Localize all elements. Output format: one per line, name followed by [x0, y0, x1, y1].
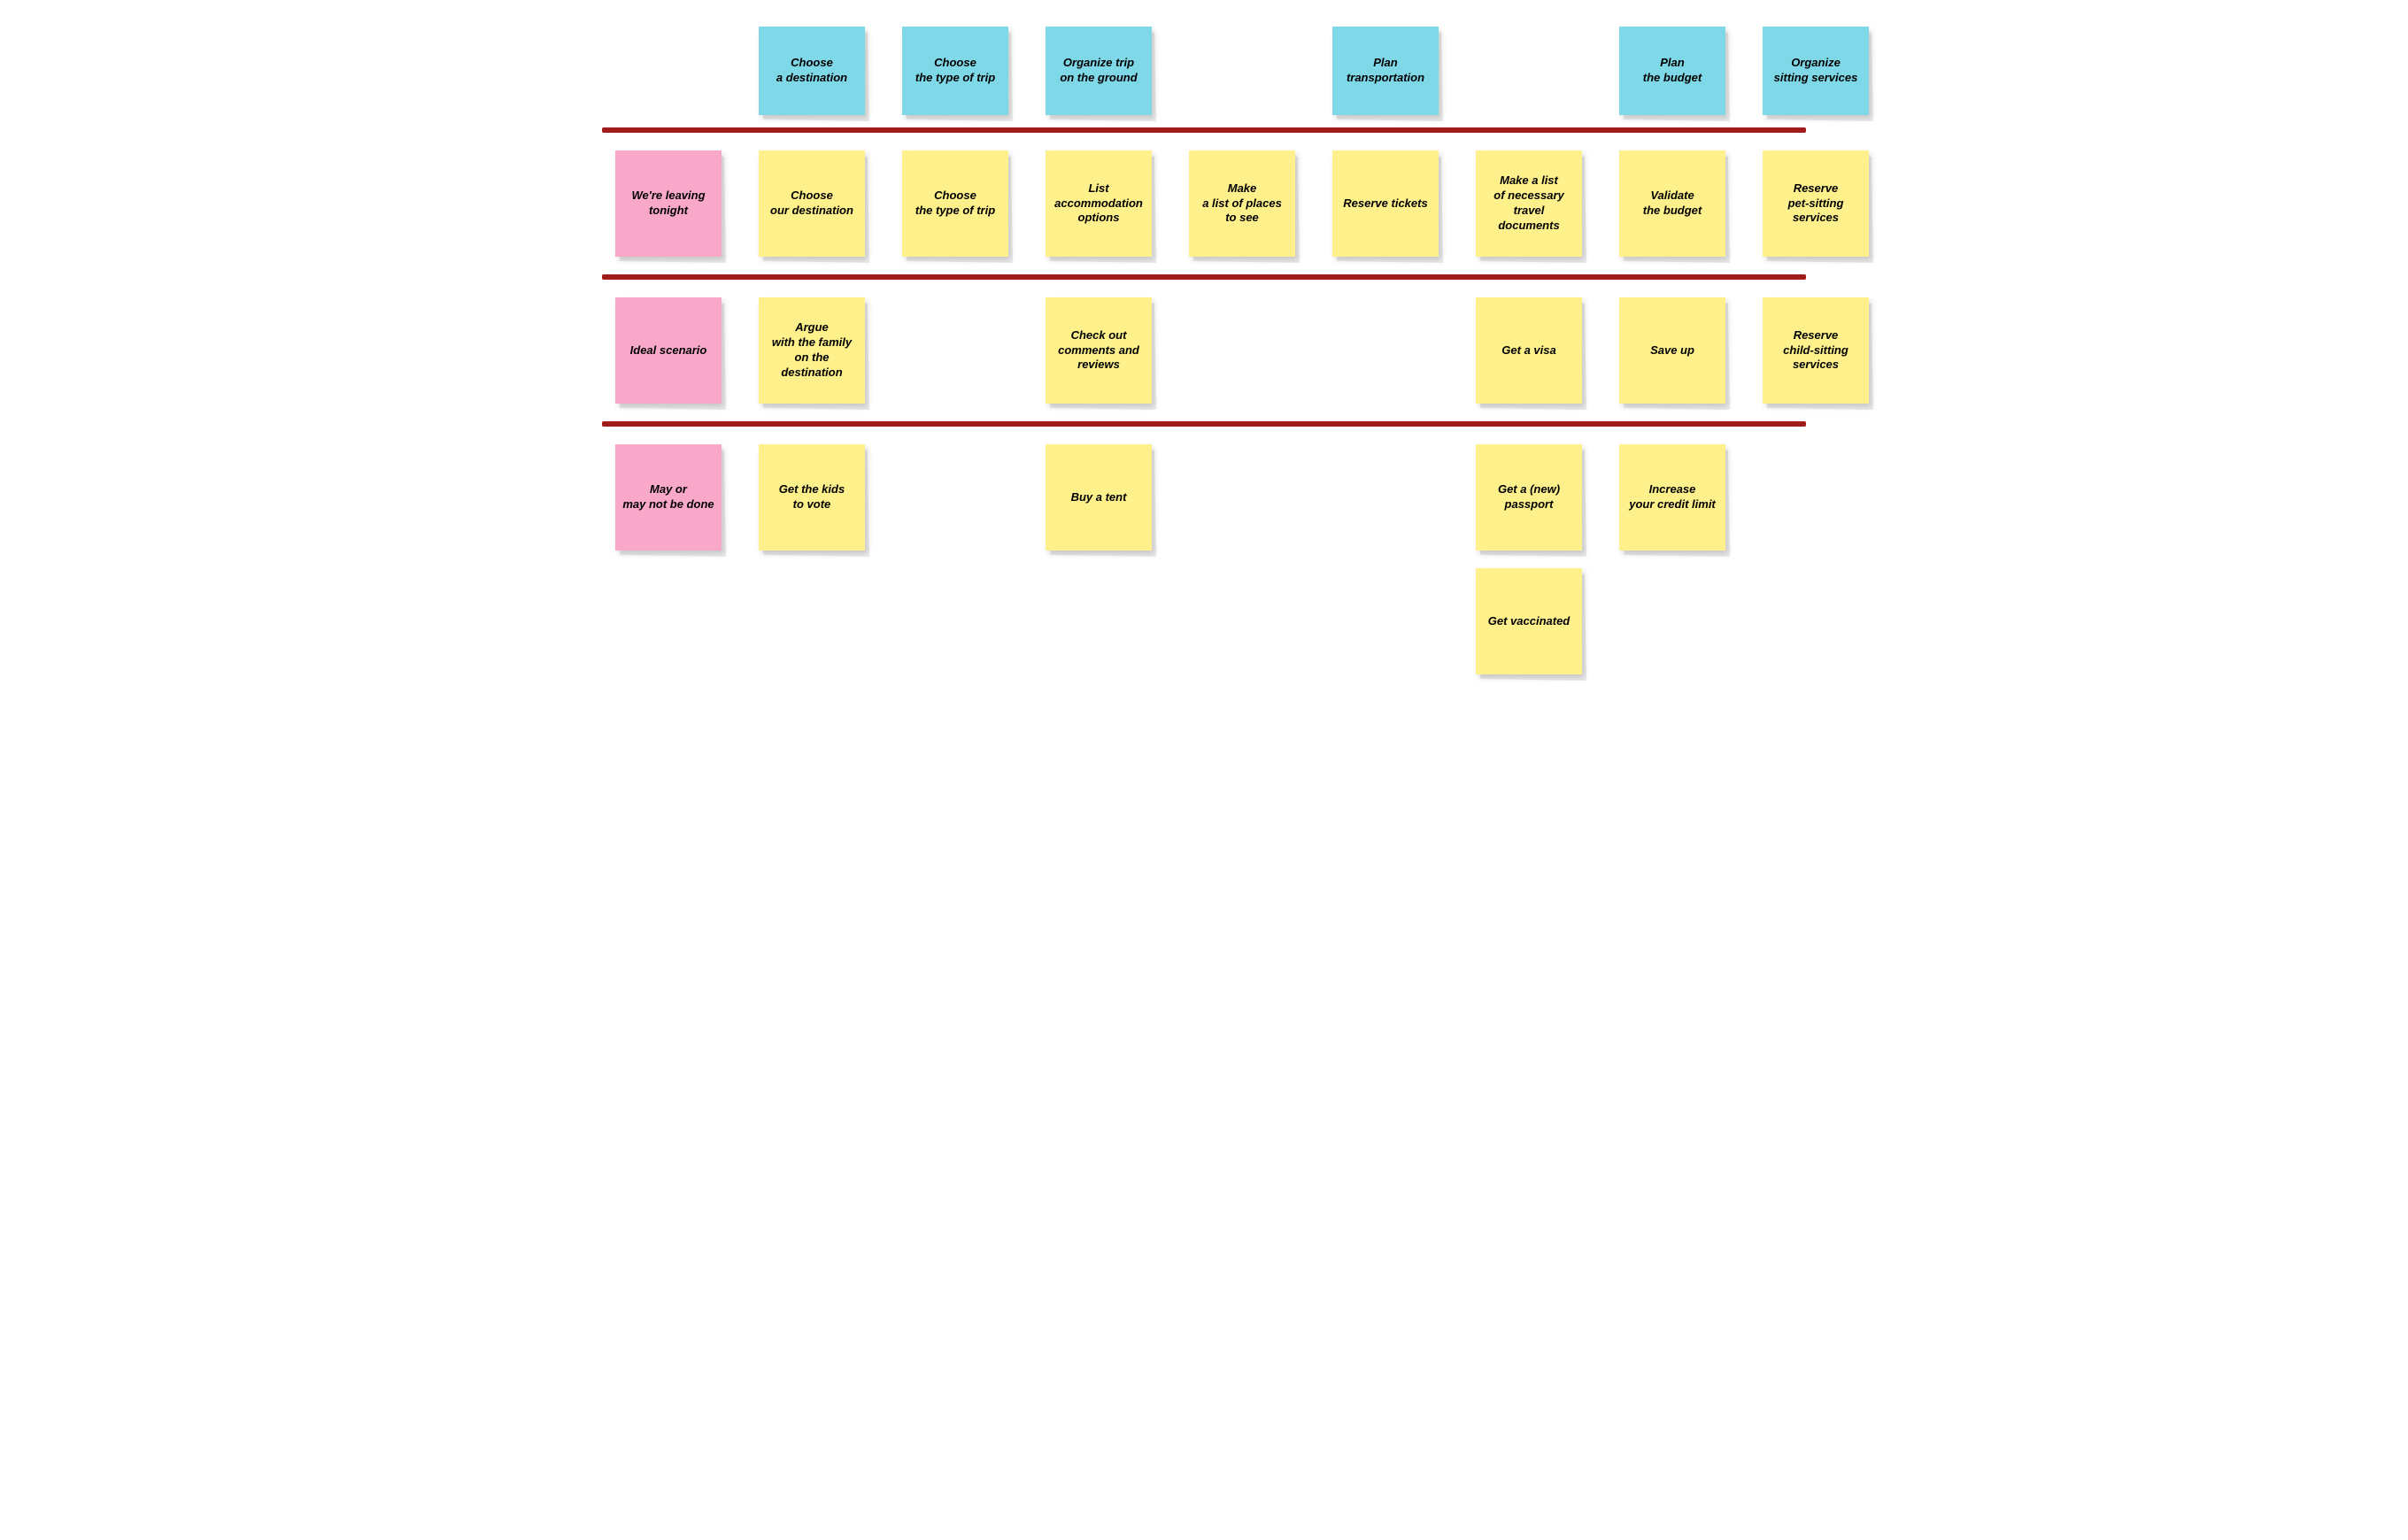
row3-cell-7: Increaseyour credit limit [1606, 444, 1739, 551]
note-text: Save up [1650, 343, 1694, 358]
row3-label-cell: May ormay not be done [602, 444, 735, 551]
header-note-text: Plantransportation [1347, 56, 1424, 86]
note-text: Get a (new)passport [1498, 482, 1560, 512]
kanban-board: Choosea destination Choosethe type of tr… [602, 18, 1806, 683]
header-cell-1: Choosea destination [745, 27, 878, 115]
note-travel-documents[interactable]: Make a listof necessarytravel documents [1476, 150, 1582, 257]
row1-cell-1: Chooseour destination [745, 150, 878, 257]
row-extra: Get vaccinated [602, 559, 1806, 683]
header-note-text: Organize tripon the ground [1060, 56, 1137, 86]
note-text: Increaseyour credit limit [1629, 482, 1716, 512]
note-text: Reserve tickets [1343, 196, 1427, 212]
row1-label-cell: We're leavingtonight [602, 150, 735, 257]
note-make-list-places[interactable]: Makea list of placesto see [1189, 150, 1295, 257]
separator-2 [602, 274, 1806, 280]
note-text: Get vaccinated [1488, 614, 1571, 629]
label-leaving-tonight[interactable]: We're leavingtonight [615, 150, 722, 257]
row1-cell-5: Reserve tickets [1319, 150, 1452, 257]
note-text: Makea list of placesto see [1202, 181, 1282, 227]
note-text: Arguewith the familyon the destination [766, 320, 858, 381]
separator-1 [602, 127, 1806, 133]
label-may-not-be-done[interactable]: May ormay not be done [615, 444, 722, 551]
note-text: Reservepet-sittingservices [1788, 181, 1844, 227]
row-ideal-scenario: Ideal scenario Arguewith the familyon th… [602, 289, 1806, 412]
note-get-visa[interactable]: Get a visa [1476, 297, 1582, 404]
note-reserve-child-sitting[interactable]: Reservechild-sittingservices [1763, 297, 1869, 404]
row-leaving-tonight: We're leavingtonight Chooseour destinati… [602, 142, 1806, 266]
note-check-comments[interactable]: Check outcomments andreviews [1046, 297, 1152, 404]
row1-cell-8: Reservepet-sittingservices [1749, 150, 1882, 257]
header-cell-5: Plantransportation [1319, 27, 1452, 115]
note-text: Get a visa [1501, 343, 1555, 358]
note-get-passport[interactable]: Get a (new)passport [1476, 444, 1582, 551]
row1-cell-2: Choosethe type of trip [889, 150, 1022, 257]
row1-cell-6: Make a listof necessarytravel documents [1463, 150, 1595, 257]
note-text: Choosethe type of trip [915, 189, 995, 219]
note-choose-destination[interactable]: Chooseour destination [759, 150, 865, 257]
label-text: We're leavingtonight [631, 189, 705, 219]
header-cell-2: Choosethe type of trip [889, 27, 1022, 115]
row2-cell-1: Arguewith the familyon the destination [745, 297, 878, 404]
header-row: Choosea destination Choosethe type of tr… [602, 18, 1806, 119]
row1-cell-3: Listaccommodationoptions [1032, 150, 1165, 257]
header-note-text: Planthe budget [1643, 56, 1702, 86]
header-cell-7: Planthe budget [1606, 27, 1739, 115]
note-choose-trip-type[interactable]: Choosethe type of trip [902, 150, 1008, 257]
note-text: Chooseour destination [770, 189, 853, 219]
note-text: Reservechild-sittingservices [1783, 328, 1848, 373]
note-increase-credit[interactable]: Increaseyour credit limit [1619, 444, 1725, 551]
note-text: Make a listof necessarytravel documents [1483, 173, 1575, 234]
row3-cell-1: Get the kidsto vote [745, 444, 878, 551]
label-ideal-scenario[interactable]: Ideal scenario [615, 297, 722, 404]
header-note-organize-trip[interactable]: Organize tripon the ground [1046, 27, 1152, 115]
header-cell-8: Organizesitting services [1749, 27, 1882, 115]
note-save-up[interactable]: Save up [1619, 297, 1725, 404]
label-text: Ideal scenario [630, 343, 707, 358]
note-text: Buy a tent [1071, 490, 1127, 505]
row2-cell-7: Save up [1606, 297, 1739, 404]
row3-cell-3: Buy a tent [1032, 444, 1165, 551]
note-reserve-pet-sitting[interactable]: Reservepet-sittingservices [1763, 150, 1869, 257]
row2-cell-6: Get a visa [1463, 297, 1595, 404]
header-note-text: Choosethe type of trip [915, 56, 995, 86]
header-note-organize-sitting[interactable]: Organizesitting services [1763, 27, 1869, 115]
note-get-kids-vote[interactable]: Get the kidsto vote [759, 444, 865, 551]
header-note-choose-trip[interactable]: Choosethe type of trip [902, 27, 1008, 115]
note-buy-tent[interactable]: Buy a tent [1046, 444, 1152, 551]
note-list-accommodation[interactable]: Listaccommodationoptions [1046, 150, 1152, 257]
note-text: Check outcomments andreviews [1058, 328, 1139, 373]
label-text: May ormay not be done [622, 482, 714, 512]
note-reserve-tickets[interactable]: Reserve tickets [1332, 150, 1439, 257]
header-note-plan-transport[interactable]: Plantransportation [1332, 27, 1439, 115]
row2-cell-3: Check outcomments andreviews [1032, 297, 1165, 404]
header-cell-3: Organize tripon the ground [1032, 27, 1165, 115]
note-text: Validatethe budget [1643, 189, 1702, 219]
note-validate-budget[interactable]: Validatethe budget [1619, 150, 1725, 257]
note-argue-family[interactable]: Arguewith the familyon the destination [759, 297, 865, 404]
row2-label-cell: Ideal scenario [602, 297, 735, 404]
note-text: Get the kidsto vote [779, 482, 845, 512]
row2-cell-8: Reservechild-sittingservices [1749, 297, 1882, 404]
header-note-text: Organizesitting services [1774, 56, 1858, 86]
separator-3 [602, 421, 1806, 427]
row3-cell-6: Get a (new)passport [1463, 444, 1595, 551]
row-may-not-be-done: May ormay not be done Get the kidsto vot… [602, 435, 1806, 559]
note-text: Listaccommodationoptions [1054, 181, 1143, 227]
header-note-plan-budget[interactable]: Planthe budget [1619, 27, 1725, 115]
header-note-choose-destination[interactable]: Choosea destination [759, 27, 865, 115]
row1-cell-7: Validatethe budget [1606, 150, 1739, 257]
note-get-vaccinated[interactable]: Get vaccinated [1476, 568, 1582, 674]
row1-cell-4: Makea list of placesto see [1176, 150, 1308, 257]
header-note-text: Choosea destination [776, 56, 847, 86]
row4-cell-6: Get vaccinated [1463, 568, 1595, 674]
